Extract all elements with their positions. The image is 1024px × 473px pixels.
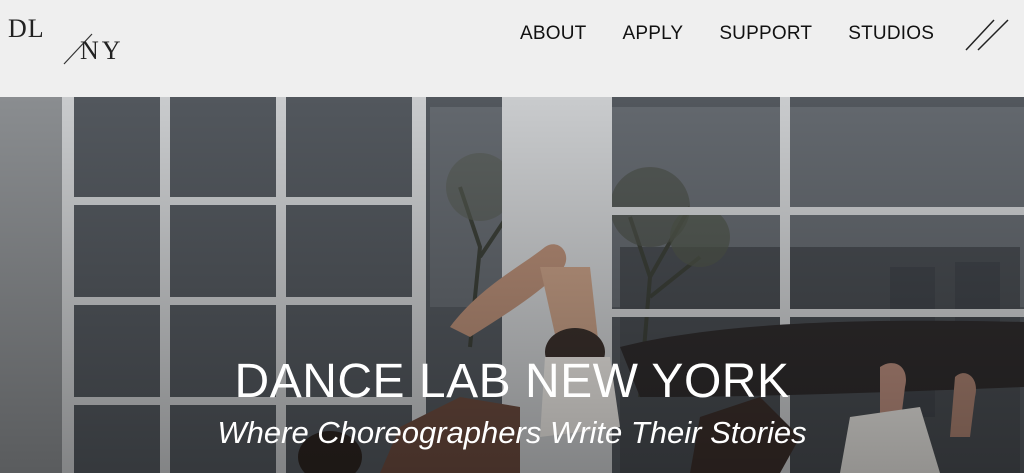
- menu-icon[interactable]: [964, 16, 1012, 54]
- hero-subtitle: Where Choreographers Write Their Stories: [217, 415, 807, 450]
- nav-apply[interactable]: APPLY: [622, 23, 683, 45]
- main-nav: ABOUT APPLY SUPPORT STUDIOS: [520, 20, 934, 48]
- hero-title: DANCE LAB NEW YORK: [234, 355, 790, 408]
- site-logo[interactable]: DL NY: [8, 14, 128, 65]
- nav-about[interactable]: ABOUT: [520, 23, 586, 45]
- nav-studios[interactable]: STUDIOS: [848, 23, 934, 45]
- nav-support[interactable]: SUPPORT: [719, 23, 812, 45]
- site-header: DL NY ABOUT APPLY SUPPORT STUDIOS: [0, 0, 1024, 97]
- logo-text-bottom: NY: [80, 36, 124, 65]
- hero-section: DANCE LAB NEW YORK Where Choreographers …: [0, 97, 1024, 473]
